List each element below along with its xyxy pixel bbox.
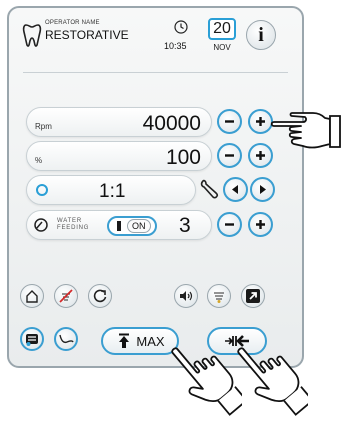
rpm-label: Rpm <box>35 122 52 131</box>
menu-button[interactable] <box>20 327 44 351</box>
curve-button[interactable] <box>54 327 78 351</box>
operator-value: RESTORATIVE <box>45 28 129 42</box>
home-button[interactable] <box>20 284 44 308</box>
water-minus-button[interactable] <box>217 212 242 237</box>
pointing-hand-icon <box>270 112 341 149</box>
arrow-right-icon <box>260 185 266 194</box>
minus-icon <box>225 120 234 123</box>
light-off-button[interactable] <box>54 284 78 308</box>
tooth-icon <box>22 24 42 47</box>
max-label: MAX <box>136 333 165 349</box>
speaker-icon <box>180 291 193 301</box>
light-button[interactable] <box>207 284 231 308</box>
max-arrow-icon <box>119 333 130 348</box>
minus-icon <box>225 223 234 226</box>
no-light-icon <box>59 289 73 303</box>
jump-arrow-icon <box>246 289 260 303</box>
wrench-icon <box>200 179 219 199</box>
info-button[interactable]: i <box>246 20 276 50</box>
water-feeding-label: WATER FEEDING <box>57 218 90 231</box>
ratio-left-button[interactable] <box>223 177 248 202</box>
sound-button[interactable] <box>174 284 198 308</box>
rpm-row: Rpm 40000 <box>26 107 212 137</box>
rpm-minus-button[interactable] <box>217 109 242 134</box>
pointing-hand-icon <box>237 347 308 416</box>
toggle-label: ON <box>127 219 151 233</box>
time-display: 10:35 <box>164 41 187 51</box>
home-icon <box>26 290 38 303</box>
light-icon <box>214 292 224 303</box>
rotate-button[interactable] <box>88 284 112 308</box>
water-value: 3 <box>179 214 191 237</box>
ratio-row: 1:1 <box>26 175 196 205</box>
percent-value: 100 <box>165 146 201 169</box>
water-plus-button[interactable] <box>248 212 273 237</box>
water-toggle[interactable]: ON <box>107 216 157 236</box>
percent-label: % <box>35 156 43 165</box>
header-divider <box>23 72 288 73</box>
water-icon <box>34 218 48 232</box>
jump-button[interactable] <box>241 284 265 308</box>
toggle-indicator <box>117 221 121 231</box>
plus-icon <box>256 117 265 126</box>
control-panel: OPERATOR NAME RESTORATIVE 10:35 20 NOV i… <box>7 6 304 368</box>
rotate-icon <box>93 289 107 303</box>
operator-label: OPERATOR NAME <box>45 20 100 26</box>
ratio-ring-icon <box>36 184 48 196</box>
minus-icon <box>225 154 234 157</box>
info-icon: i <box>258 23 264 46</box>
ratio-right-button[interactable] <box>250 177 275 202</box>
ratio-value: 1:1 <box>99 181 126 202</box>
wrench-button[interactable] <box>198 178 220 200</box>
curve-icon <box>59 334 74 344</box>
percent-minus-button[interactable] <box>217 143 242 168</box>
date-day[interactable]: 20 <box>208 18 236 40</box>
menu-icon <box>26 334 38 346</box>
clock-icon <box>174 20 188 34</box>
plus-icon <box>256 151 265 160</box>
date-month: NOV <box>213 43 231 52</box>
arrow-left-icon <box>232 185 238 194</box>
plus-icon <box>256 220 265 229</box>
water-row: WATER FEEDING ON 3 <box>26 210 212 240</box>
rpm-value: 40000 <box>142 112 201 135</box>
percent-row: % 100 <box>26 141 212 171</box>
